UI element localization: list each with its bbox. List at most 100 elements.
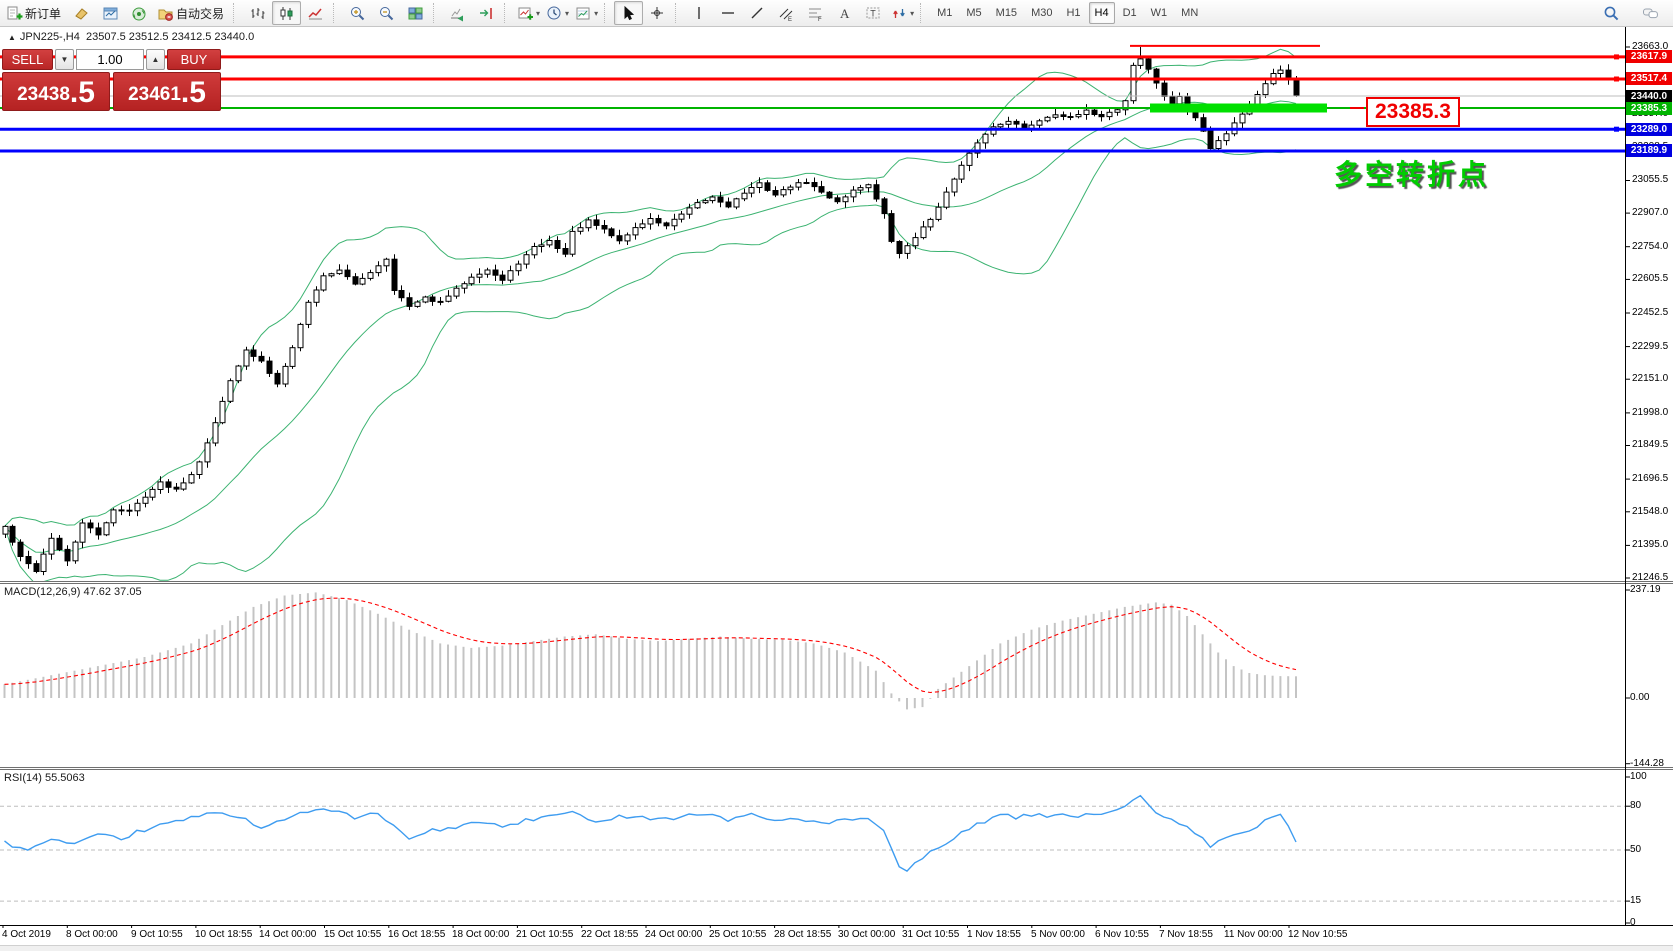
timeframe-m5-button[interactable]: M5 <box>960 2 987 24</box>
zoom-in-button[interactable] <box>343 1 372 25</box>
price-tick-label: 21246.5 <box>1632 572 1672 583</box>
time-tick-label: 22 Oct 18:55 <box>581 929 638 940</box>
line-handle[interactable] <box>1614 77 1619 82</box>
periods-button[interactable]: ▾ <box>543 1 572 25</box>
templates-button[interactable]: ▾ <box>572 1 601 25</box>
chevron-down-icon[interactable]: ▾ <box>536 9 540 18</box>
indicators-button[interactable]: ▾ <box>514 1 543 25</box>
chevron-down-icon[interactable]: ▾ <box>565 9 569 18</box>
auto-trading-button[interactable]: 自动交易 <box>154 1 230 25</box>
timeframe-mn-button[interactable]: MN <box>1175 2 1204 24</box>
eraser-icon <box>73 5 90 22</box>
horizontal-line-button[interactable] <box>714 1 743 25</box>
auto-scroll-button[interactable] <box>443 1 472 25</box>
svg-text:F: F <box>818 17 822 22</box>
highlight-band[interactable] <box>1150 104 1327 113</box>
candlestick-button[interactable] <box>272 1 301 25</box>
templates-icon <box>575 5 592 22</box>
collapse-icon[interactable]: ▲ <box>8 33 16 42</box>
charts-window-icon <box>102 5 119 22</box>
equidistant-channel-icon: E <box>778 5 795 22</box>
time-tick-label: 18 Oct 00:00 <box>452 929 509 940</box>
toolbar-separator <box>333 3 340 23</box>
macd-tick-label: 237.19 <box>1630 584 1670 595</box>
rsi-label: RSI(14) 55.5063 <box>4 772 85 784</box>
zoom-out-button[interactable] <box>372 1 401 25</box>
time-tick-label: 24 Oct 00:00 <box>645 929 702 940</box>
volume-input[interactable] <box>76 49 144 70</box>
time-tick-label: 4 Oct 2019 <box>2 929 51 940</box>
text-label-button[interactable]: T <box>859 1 888 25</box>
symbol-ohlc: 23507.5 23512.5 23412.5 23440.0 <box>86 31 254 43</box>
price-callout-box[interactable]: 23385.3 <box>1366 97 1460 127</box>
tile-windows-icon <box>407 5 424 22</box>
charts-window-button[interactable] <box>96 1 125 25</box>
text-button[interactable]: A <box>830 1 859 25</box>
rsi-tick-label: 50 <box>1630 844 1670 855</box>
text-icon: A <box>836 5 853 22</box>
timeframe-w1-button[interactable]: W1 <box>1145 2 1174 24</box>
toolbar: 新订单 自动交易 ▾ ▾ ▾ E F A T ▾ M1M5M15M30H1H4D1W1MN <box>0 0 1673 27</box>
trend-line-icon <box>749 5 766 22</box>
toolbar-separator <box>675 3 682 23</box>
svg-text:T: T <box>870 8 876 18</box>
line-chart-button[interactable] <box>301 1 330 25</box>
price-tick-label: 21849.5 <box>1632 439 1672 450</box>
price-tag: 23289.0 <box>1626 123 1672 136</box>
price-tick-label: 21696.5 <box>1632 473 1672 484</box>
signal-icon <box>131 5 148 22</box>
arrows-button[interactable]: ▾ <box>888 1 917 25</box>
svg-text:A: A <box>840 6 850 21</box>
new-order-icon <box>6 5 23 22</box>
sell-button[interactable]: SELL <box>2 49 53 70</box>
chevron-down-icon[interactable]: ▾ <box>594 9 598 18</box>
fibonacci-button[interactable]: F <box>801 1 830 25</box>
volume-up-button[interactable]: ▲ <box>146 49 165 70</box>
time-tick-label: 1 Nov 18:55 <box>967 929 1021 940</box>
time-tick-label: 15 Oct 10:55 <box>324 929 381 940</box>
time-tick-label: 10 Oct 18:55 <box>195 929 252 940</box>
timeframe-m30-button[interactable]: M30 <box>1025 2 1058 24</box>
timeframe-h4-button[interactable]: H4 <box>1089 2 1115 24</box>
sell-price-button[interactable]: 23438.5 <box>2 72 110 111</box>
vertical-line-button[interactable] <box>685 1 714 25</box>
line-handle[interactable] <box>1614 127 1619 132</box>
cursor-button[interactable] <box>614 1 643 25</box>
trend-line-button[interactable] <box>743 1 772 25</box>
candlestick-icon <box>278 5 295 22</box>
price-tick-label: 22299.5 <box>1632 341 1672 352</box>
chart-canvas[interactable] <box>0 0 1673 951</box>
toolbar-separator <box>233 3 240 23</box>
crosshair-button[interactable] <box>643 1 672 25</box>
equidistant-channel-button[interactable]: E <box>772 1 801 25</box>
timeframe-d1-button[interactable]: D1 <box>1117 2 1143 24</box>
time-tick-label: 30 Oct 00:00 <box>838 929 895 940</box>
price-tag: 23517.4 <box>1626 72 1672 85</box>
chevron-down-icon[interactable]: ▾ <box>910 9 914 18</box>
buy-button[interactable]: BUY <box>167 49 221 70</box>
crosshair-icon <box>649 5 666 22</box>
price-tag: 23385.3 <box>1626 102 1672 115</box>
timeframe-m15-button[interactable]: M15 <box>990 2 1023 24</box>
price-tick-label: 22452.5 <box>1632 307 1672 318</box>
search-button[interactable] <box>1597 1 1626 25</box>
turning-point-annotation[interactable]: 多空转折点 <box>1334 153 1489 193</box>
signal-button[interactable] <box>125 1 154 25</box>
eraser-button[interactable] <box>67 1 96 25</box>
volume-down-button[interactable]: ▼ <box>55 49 74 70</box>
indicators-icon <box>517 5 534 22</box>
bar-chart-button[interactable] <box>243 1 272 25</box>
rsi-pane <box>0 796 1625 901</box>
symbol-header: ▲JPN225-,H4 23507.5 23512.5 23412.5 2344… <box>8 31 254 43</box>
price-tick-label: 21548.0 <box>1632 506 1672 517</box>
sell-price-frac: .5 <box>70 78 95 108</box>
new-order-button[interactable]: 新订单 <box>3 1 67 25</box>
chat-button[interactable] <box>1636 1 1665 25</box>
buy-price-button[interactable]: 23461.5 <box>113 72 221 111</box>
timeframe-h1-button[interactable]: H1 <box>1060 2 1086 24</box>
timeframe-m1-button[interactable]: M1 <box>931 2 958 24</box>
chart-shift-button[interactable] <box>472 1 501 25</box>
line-handle[interactable] <box>1614 54 1619 59</box>
time-tick-label: 16 Oct 18:55 <box>388 929 445 940</box>
tile-windows-button[interactable] <box>401 1 430 25</box>
